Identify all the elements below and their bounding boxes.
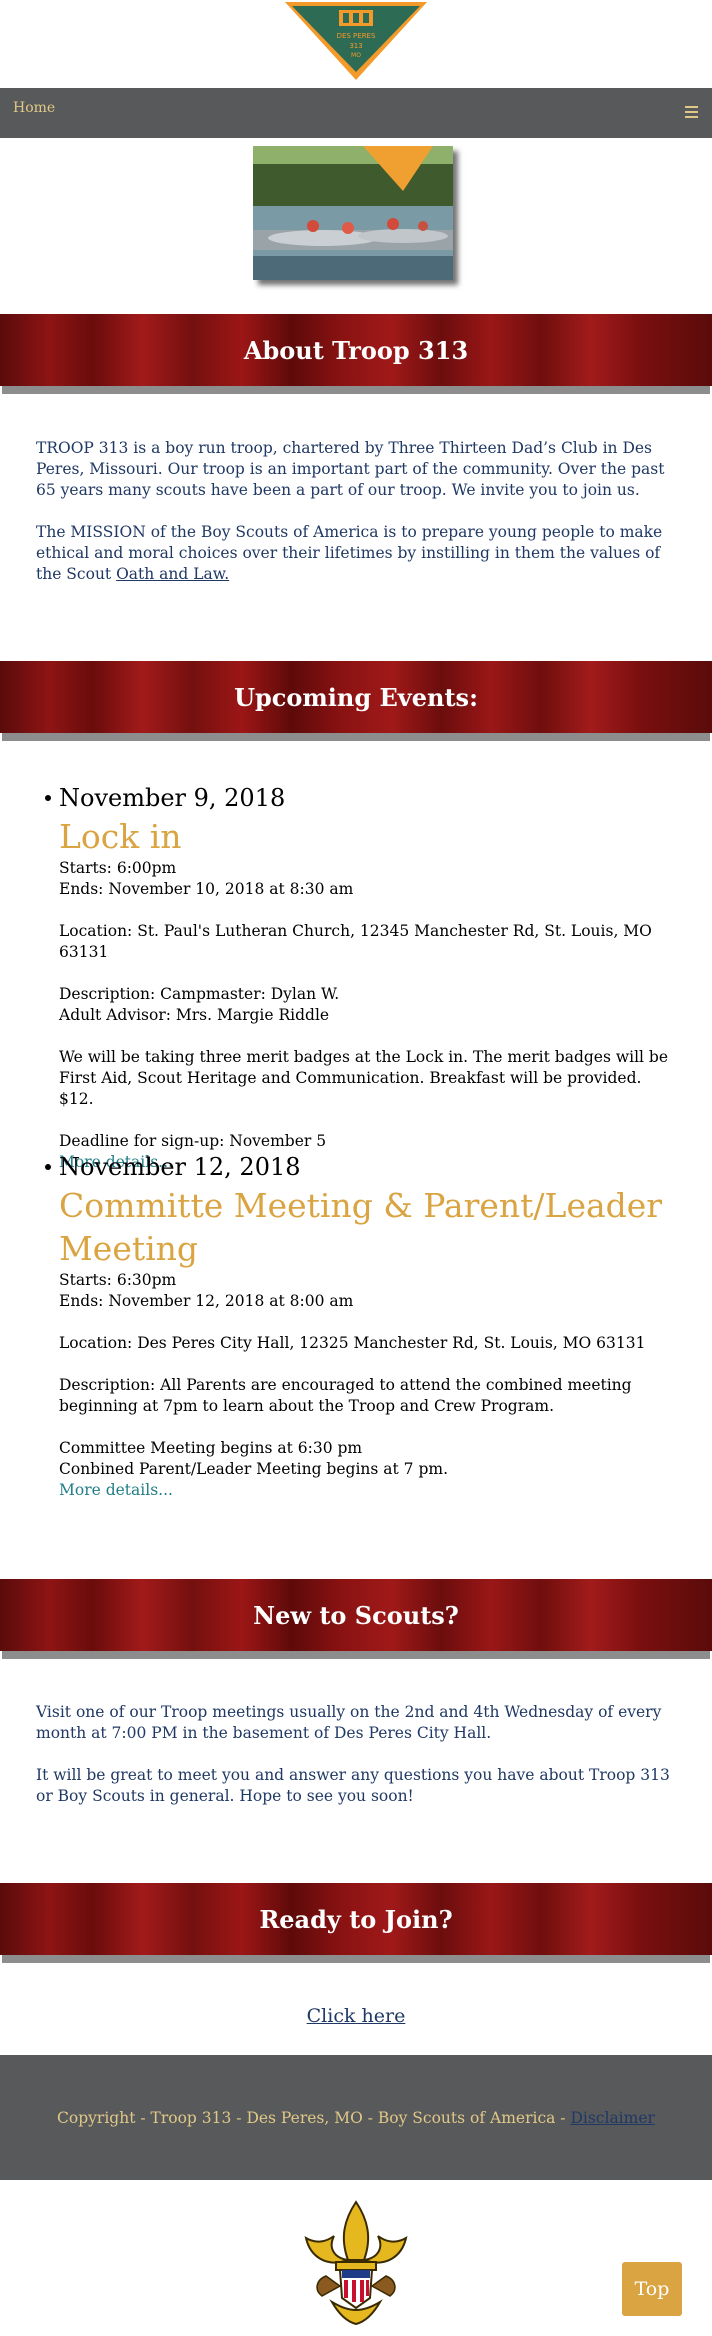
copyright-text: Copyright - Troop 313 - Des Peres, MO - … [57, 2108, 571, 2127]
about-banner: About Troop 313 [0, 314, 712, 386]
hamburger-menu-icon[interactable] [685, 106, 698, 118]
event-description: Description: Campmaster: Dylan W. [59, 985, 340, 1003]
event-item: November 12, 2018 Committe Meeting & Par… [45, 1150, 679, 1501]
canoe-hero-image [253, 146, 453, 280]
event-starts: Starts: 6:30pm [59, 1271, 177, 1289]
logo-text-1: DES PERES [337, 32, 376, 40]
event-description: Description: All Parents are encouraged … [59, 1376, 632, 1415]
new-scouts-banner: New to Scouts? [0, 1579, 712, 1651]
new-scouts-paragraph-2: It will be great to meet you and answer … [36, 1766, 670, 1805]
event-ends: Ends: November 10, 2018 at 8:30 am [59, 880, 354, 898]
event-starts: Starts: 6:00pm [59, 859, 177, 877]
join-link-wrap: Click here [0, 2005, 712, 2027]
event-advisor: Adult Advisor: Mrs. Margie Riddle [59, 1006, 330, 1024]
event-parent-time: Conbined Parent/Leader Meeting begins at… [59, 1460, 448, 1478]
join-banner: Ready to Join? [0, 1883, 712, 1955]
bullet-icon [45, 1164, 51, 1170]
events-heading: Upcoming Events: [234, 682, 478, 712]
event-item: November 9, 2018 Lock in Starts: 6:00pm … [45, 781, 679, 1173]
event-deadline: Deadline for sign-up: November 5 [59, 1132, 327, 1150]
event-committee-time: Committee Meeting begins at 6:30 pm [59, 1439, 363, 1457]
event-date: November 9, 2018 [59, 784, 286, 812]
top-navigation-bar: Home [0, 88, 712, 138]
new-scouts-heading: New to Scouts? [253, 1600, 459, 1630]
footer: Copyright - Troop 313 - Des Peres, MO - … [0, 2055, 712, 2180]
troop-logo-area: DES PERES 313 MO [0, 0, 712, 88]
event-ends: Ends: November 12, 2018 at 8:00 am [59, 1292, 354, 1310]
logo-text-3: MO [351, 52, 361, 59]
disclaimer-link[interactable]: Disclaimer [570, 2109, 654, 2127]
event-title: Lock in [59, 817, 182, 856]
event-body: We will be taking three merit badges at … [59, 1048, 669, 1108]
event-more-details-link[interactable]: More details... [59, 1480, 173, 1501]
new-scouts-paragraph-1: Visit one of our Troop meetings usually … [36, 1703, 662, 1742]
events-banner: Upcoming Events: [0, 661, 712, 733]
footer-text: Copyright - Troop 313 - Des Peres, MO - … [57, 2109, 655, 2127]
about-paragraph-1: TROOP 313 is a boy run troop, chartered … [36, 439, 665, 499]
troop-badge-logo: DES PERES 313 MO [285, 2, 427, 80]
event-location: Location: St. Paul's Lutheran Church, 12… [59, 922, 652, 961]
logo-text-2: 313 [349, 42, 362, 50]
click-here-link[interactable]: Click here [307, 2005, 406, 2027]
event-title: Committe Meeting & Parent/Leader Meeting [59, 1186, 663, 1268]
bsa-fleur-de-lis-icon [304, 2200, 408, 2326]
back-to-top-button[interactable]: Top [622, 2262, 682, 2316]
nav-home-link[interactable]: Home [13, 100, 55, 116]
oath-and-law-link[interactable]: Oath and Law. [116, 565, 229, 583]
about-heading: About Troop 313 [243, 335, 469, 365]
event-location: Location: Des Peres City Hall, 12325 Man… [59, 1334, 646, 1352]
about-paragraph-2: The MISSION of the Boy Scouts of America… [36, 522, 676, 585]
event-date: November 12, 2018 [59, 1153, 301, 1181]
join-heading: Ready to Join? [259, 1904, 453, 1934]
bullet-icon [45, 795, 51, 801]
